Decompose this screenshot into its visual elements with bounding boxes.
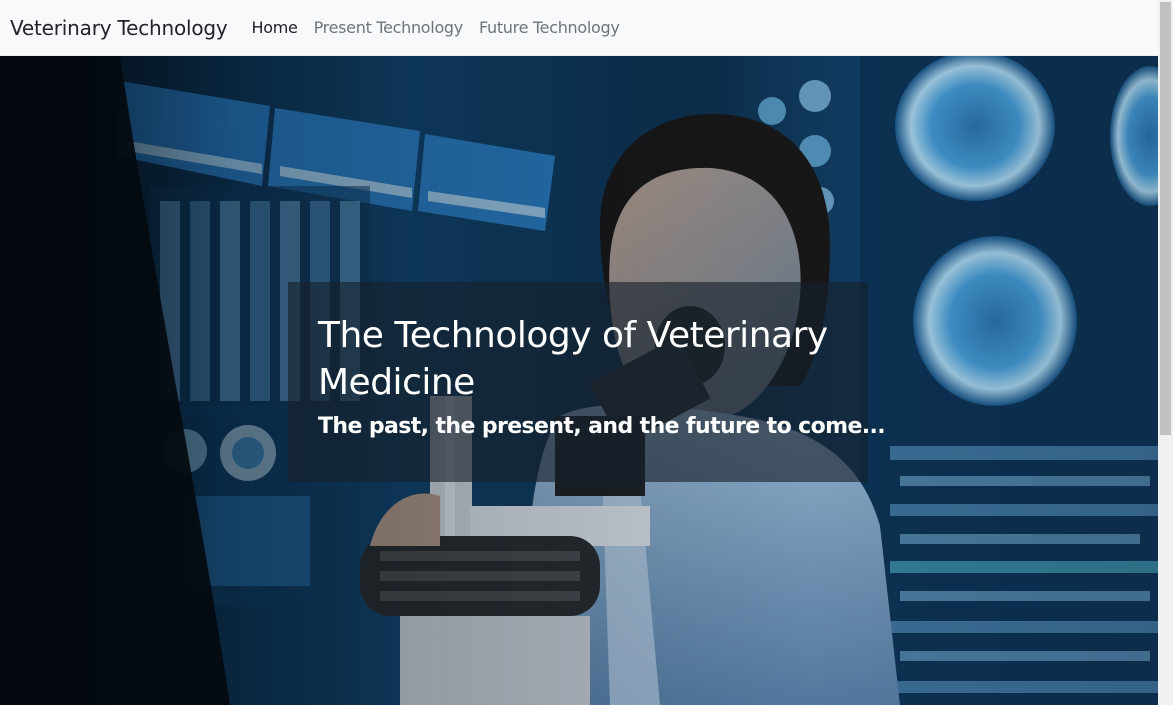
nav-link-home[interactable]: Home xyxy=(244,18,306,37)
top-navbar: Veterinary Technology Home Present Techn… xyxy=(0,0,1158,56)
hero-title: The Technology of Veterinary Medicine xyxy=(318,315,828,403)
hero-subtitle: The past, the present, and the future to… xyxy=(318,414,886,439)
nav-link-future-technology[interactable]: Future Technology xyxy=(471,18,628,37)
vertical-scrollbar[interactable] xyxy=(1158,0,1173,705)
hero-section: The Technology of Veterinary Medicine Th… xyxy=(0,56,1158,705)
scrollbar-thumb[interactable] xyxy=(1160,2,1171,435)
hero-caption-box: The Technology of Veterinary Medicine Th… xyxy=(288,282,886,482)
nav-link-present-technology[interactable]: Present Technology xyxy=(306,18,471,37)
brand-link[interactable]: Veterinary Technology xyxy=(10,16,228,40)
nav-links: Home Present Technology Future Technolog… xyxy=(244,18,628,37)
page: Veterinary Technology Home Present Techn… xyxy=(0,0,1173,705)
